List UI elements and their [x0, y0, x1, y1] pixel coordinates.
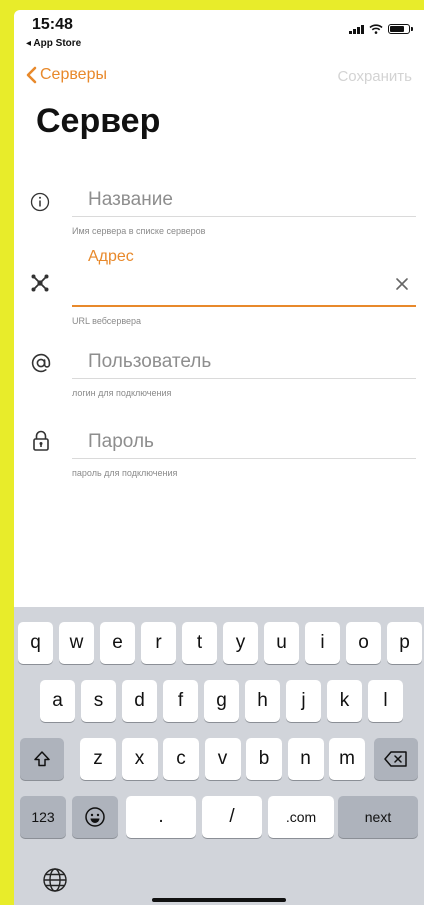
key-b[interactable]: b — [246, 738, 282, 780]
key-a[interactable]: a — [40, 680, 75, 722]
wifi-icon — [369, 24, 383, 34]
save-button[interactable]: Сохранить — [337, 68, 412, 85]
key-v[interactable]: v — [204, 738, 241, 780]
key-r[interactable]: r — [141, 622, 176, 664]
name-underline — [72, 216, 416, 217]
numbers-key[interactable]: 123 — [20, 796, 66, 838]
key-f[interactable]: f — [163, 680, 198, 722]
user-underline — [72, 378, 416, 379]
key-d[interactable]: d — [122, 680, 157, 722]
address-hint: URL вебсервера — [72, 316, 142, 326]
key-p[interactable]: p — [387, 622, 422, 664]
emoji-key[interactable] — [72, 796, 118, 838]
key-i[interactable]: i — [305, 622, 340, 664]
key-w[interactable]: w — [59, 622, 94, 664]
user-field-group: логин для подключения — [14, 348, 424, 408]
user-hint: логин для подключения — [72, 388, 172, 398]
name-field-group: Имя сервера в списке серверов — [14, 186, 424, 246]
address-field-group: Адрес URL вебсервера — [14, 246, 424, 326]
backspace-icon — [384, 751, 407, 767]
back-to-app-store-link[interactable]: ◂ App Store — [26, 38, 81, 49]
shift-arrow-icon — [34, 751, 50, 767]
status-icons — [349, 24, 413, 34]
slash-key[interactable]: / — [202, 796, 262, 838]
info-icon — [30, 192, 50, 212]
globe-icon[interactable] — [42, 867, 68, 893]
period-key[interactable]: . — [126, 796, 196, 838]
key-l[interactable]: l — [368, 680, 403, 722]
key-j[interactable]: j — [286, 680, 321, 722]
dotcom-key[interactable]: .com — [268, 796, 334, 838]
address-input[interactable] — [88, 272, 398, 294]
key-o[interactable]: o — [346, 622, 381, 664]
page-title: Сервер — [36, 102, 161, 140]
close-icon — [396, 278, 408, 290]
key-x[interactable]: x — [121, 738, 158, 780]
key-n[interactable]: n — [287, 738, 324, 780]
user-input[interactable] — [88, 351, 398, 373]
back-button-label: Серверы — [40, 66, 107, 83]
key-q[interactable]: q — [18, 622, 53, 664]
shift-key[interactable] — [20, 738, 64, 780]
lock-icon — [33, 430, 49, 451]
key-e[interactable]: e — [100, 622, 135, 664]
key-c[interactable]: c — [163, 738, 199, 780]
battery-icon — [388, 24, 413, 34]
backspace-key[interactable] — [374, 738, 418, 780]
address-underline — [72, 305, 416, 307]
keyboard: qwertyuiop asdfghjkl zxcvbnm 123 . / .co… — [14, 607, 424, 905]
phone-screen: 15:48 ◂ App Store Серверы Сохранить Серв… — [14, 10, 424, 905]
chevron-left-icon — [26, 66, 37, 84]
clear-address-button[interactable] — [394, 276, 410, 292]
signal-icon — [349, 24, 364, 34]
key-g[interactable]: g — [204, 680, 239, 722]
status-bar: 15:48 ◂ App Store — [14, 10, 424, 54]
password-underline — [72, 458, 416, 459]
next-key[interactable]: next — [338, 796, 418, 838]
key-z[interactable]: z — [80, 738, 116, 780]
status-time: 15:48 — [32, 16, 73, 33]
key-m[interactable]: m — [329, 738, 365, 780]
network-icon — [31, 274, 49, 292]
emoji-icon — [85, 807, 105, 827]
key-y[interactable]: y — [223, 622, 258, 664]
password-input[interactable] — [88, 431, 398, 453]
key-k[interactable]: k — [327, 680, 362, 722]
name-input[interactable] — [88, 189, 398, 211]
key-h[interactable]: h — [245, 680, 280, 722]
back-button[interactable]: Серверы — [26, 66, 107, 84]
home-indicator — [152, 898, 286, 902]
key-s[interactable]: s — [81, 680, 116, 722]
key-t[interactable]: t — [182, 622, 217, 664]
password-hint: пароль для подключения — [72, 468, 178, 478]
name-hint: Имя сервера в списке серверов — [72, 226, 206, 236]
at-sign-icon — [31, 353, 51, 373]
key-u[interactable]: u — [264, 622, 299, 664]
password-field-group: пароль для подключения — [14, 428, 424, 488]
address-label: Адрес — [88, 248, 134, 265]
